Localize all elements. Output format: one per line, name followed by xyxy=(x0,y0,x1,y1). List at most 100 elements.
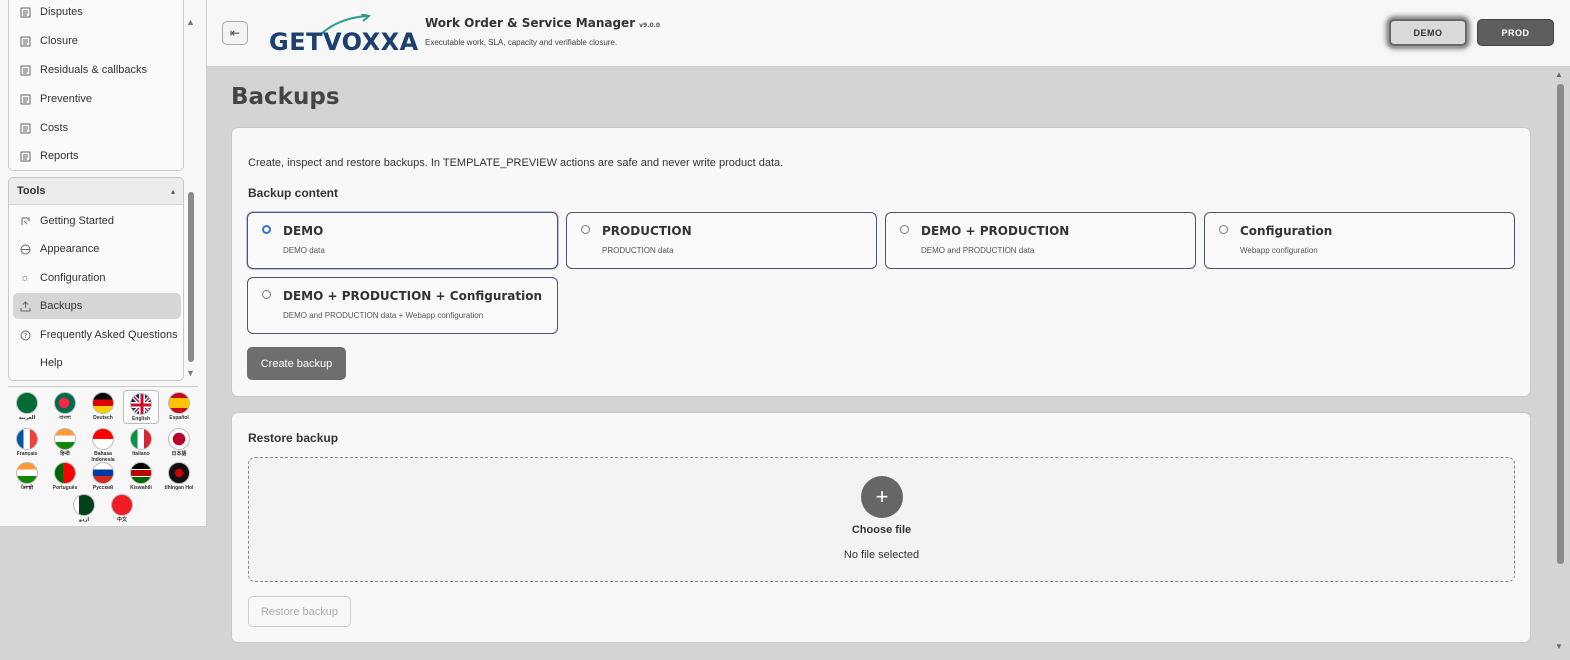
nav-group-tools: Tools ▴ Getting Started Appearance ☼ Con… xyxy=(8,177,184,381)
scroll-up-arrow-icon[interactable]: ▲ xyxy=(186,17,196,27)
help-icon xyxy=(19,357,31,369)
flag-uk-icon xyxy=(130,393,152,415)
backup-option-production[interactable]: PRODUCTION PRODUCTION data xyxy=(566,212,877,269)
flag-saudi-arabia-icon xyxy=(16,392,38,414)
flag-china-icon xyxy=(111,494,133,516)
app-header: ⇤ GETVOXXA Work Order & Service Manager v… xyxy=(207,0,1570,67)
sidebar-item-appearance[interactable]: Appearance xyxy=(13,236,181,262)
flag-japan-icon xyxy=(168,428,190,450)
sidebar-scrollbar-thumb[interactable] xyxy=(188,192,194,362)
sidebar-item-label: Closure xyxy=(40,35,78,47)
flag-russia-icon xyxy=(92,462,114,484)
page-scrollbar-thumb[interactable] xyxy=(1557,84,1564,564)
app-version: v9.0.0 xyxy=(639,22,661,29)
scroll-up-arrow-icon[interactable]: ▲ xyxy=(1555,70,1565,79)
radio[interactable] xyxy=(581,225,590,234)
lang-swahili[interactable]: Kiswahili xyxy=(123,460,159,494)
app-logo[interactable]: GETVOXXA xyxy=(269,14,418,56)
sidebar: Disputes Closure Residuals & callbacks P… xyxy=(0,0,207,527)
lang-hindi[interactable]: हिन्दी xyxy=(47,426,83,460)
sidebar-item-costs[interactable]: Costs xyxy=(13,115,181,141)
radio[interactable] xyxy=(262,290,271,299)
lang-punjabi[interactable]: ਪੰਜਾਬੀ xyxy=(9,460,45,494)
sidebar-item-residuals[interactable]: Residuals & callbacks xyxy=(13,57,181,83)
document-icon xyxy=(19,150,31,162)
lang-german[interactable]: Deutsch xyxy=(85,390,121,424)
no-file-label: No file selected xyxy=(843,549,920,561)
backup-option-all[interactable]: DEMO + PRODUCTION + Configuration DEMO a… xyxy=(247,277,558,334)
sidebar-item-label: Getting Started xyxy=(40,215,114,227)
sidebar-item-label: Frequently Asked Questions xyxy=(40,329,178,341)
sidebar-item-configuration[interactable]: ☼ Configuration xyxy=(13,265,181,291)
document-icon xyxy=(19,64,31,76)
lang-portuguese[interactable]: Português xyxy=(47,460,83,494)
tools-group-header[interactable]: Tools ▴ xyxy=(9,178,183,205)
getting-started-icon xyxy=(19,215,31,227)
intro-text: Create, inspect and restore backups. In … xyxy=(248,157,784,169)
nav-group-main: Disputes Closure Residuals & callbacks P… xyxy=(8,0,184,171)
flag-india-icon xyxy=(54,428,76,450)
sidebar-item-label: Appearance xyxy=(40,243,100,255)
lang-indonesian[interactable]: Bahasa Indonesia xyxy=(85,426,121,463)
sidebar-item-backups[interactable]: Backups xyxy=(13,293,181,319)
sidebar-item-help[interactable]: Help xyxy=(13,350,181,376)
backup-content-title: Backup content xyxy=(248,186,339,200)
scroll-down-arrow-icon[interactable]: ▼ xyxy=(186,368,196,378)
flag-bangladesh-icon xyxy=(54,392,76,414)
sidebar-item-label: Disputes xyxy=(40,6,83,18)
lang-english[interactable]: English xyxy=(123,390,159,424)
sidebar-item-label: Preventive xyxy=(40,93,92,105)
sidebar-item-reports[interactable]: Reports xyxy=(13,143,181,169)
document-icon xyxy=(19,35,31,47)
lang-urdu[interactable]: اردو xyxy=(66,492,102,526)
upload-icon xyxy=(19,300,31,312)
plus-icon[interactable]: + xyxy=(861,476,903,518)
sidebar-item-label: Help xyxy=(40,357,63,369)
sidebar-item-label: Costs xyxy=(40,122,69,134)
file-dropzone[interactable]: + Choose file No file selected xyxy=(248,457,1515,582)
lang-spanish[interactable]: Español xyxy=(161,390,197,424)
sidebar-item-faq[interactable]: ? Frequently Asked Questions xyxy=(13,322,181,348)
collapse-sidebar-button[interactable]: ⇤ xyxy=(222,21,248,45)
lang-chinese[interactable]: 中文 xyxy=(104,492,140,526)
backup-option-configuration[interactable]: Configuration Webapp configuration xyxy=(1204,212,1515,269)
backup-option-demo-production[interactable]: DEMO + PRODUCTION DEMO and PRODUCTION da… xyxy=(885,212,1196,269)
palette-icon xyxy=(19,243,31,255)
flag-italy-icon xyxy=(130,428,152,450)
backup-option-demo[interactable]: DEMO DEMO data xyxy=(247,212,558,269)
create-backup-button[interactable]: Create backup xyxy=(247,347,346,380)
env-prod-button[interactable]: PROD xyxy=(1477,19,1554,46)
app-subtitle: Executable work, SLA, capacity and verif… xyxy=(425,38,618,47)
radio-selected[interactable] xyxy=(262,225,271,234)
sidebar-item-disputes[interactable]: Disputes xyxy=(13,0,181,25)
gear-icon: ☼ xyxy=(19,272,31,284)
lang-klingon[interactable]: tlhIngan Hol xyxy=(161,460,197,494)
scroll-down-arrow-icon[interactable]: ▼ xyxy=(1555,642,1565,651)
choose-file-label[interactable]: Choose file xyxy=(249,524,1514,536)
lang-arabic[interactable]: العربية xyxy=(9,390,45,424)
sidebar-item-label: Configuration xyxy=(40,272,106,284)
divider xyxy=(8,386,198,387)
restore-backup-button[interactable]: Restore backup xyxy=(248,596,351,627)
collapse-menu-icon: ⇤ xyxy=(229,26,241,40)
restore-backup-title: Restore backup xyxy=(248,431,339,445)
sidebar-item-preventive[interactable]: Preventive xyxy=(13,86,181,112)
question-icon: ? xyxy=(19,329,31,341)
svg-text:?: ? xyxy=(23,332,27,340)
flag-portugal-icon xyxy=(54,462,76,484)
lang-bengali[interactable]: বাংলা xyxy=(47,390,83,424)
radio[interactable] xyxy=(1219,225,1228,234)
lang-japanese[interactable]: 日本語 xyxy=(161,426,197,460)
restore-card: Restore backup + Choose file No file sel… xyxy=(231,412,1531,643)
sidebar-item-closure[interactable]: Closure xyxy=(13,28,181,54)
flag-kenya-icon xyxy=(130,462,152,484)
lang-italian[interactable]: Italiano xyxy=(123,426,159,460)
lang-french[interactable]: Français xyxy=(9,426,45,460)
sidebar-item-getting-started[interactable]: Getting Started xyxy=(13,208,181,234)
radio[interactable] xyxy=(900,225,909,234)
env-demo-button[interactable]: DEMO xyxy=(1389,19,1467,46)
app-title: Work Order & Service Manager v9.0.0 xyxy=(425,16,661,30)
page-title: Backups xyxy=(231,84,340,110)
lang-russian[interactable]: Русский xyxy=(85,460,121,494)
flag-indonesia-icon xyxy=(92,428,114,450)
